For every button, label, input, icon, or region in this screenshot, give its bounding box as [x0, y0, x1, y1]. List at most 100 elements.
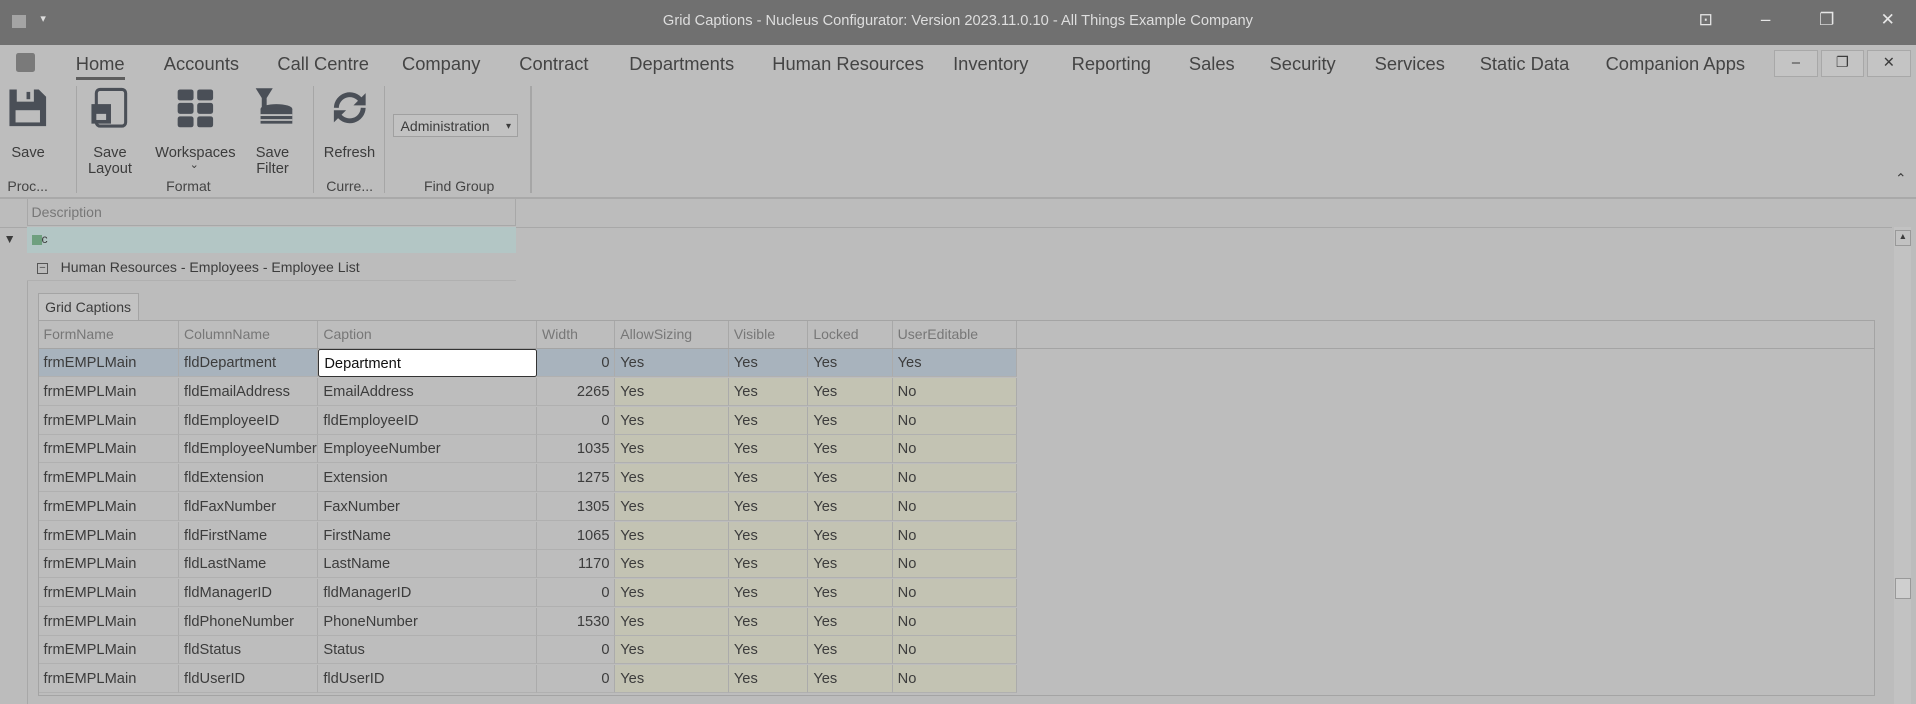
cell-formname[interactable]: frmEMPLMain	[38, 377, 180, 407]
app-menu-icon[interactable]	[15, 52, 36, 73]
cell-allowsizing[interactable]: Yes	[615, 550, 729, 579]
restore-layout-icon[interactable]: ⊡	[1687, 10, 1724, 30]
cell-locked[interactable]: Yes	[808, 607, 893, 636]
cell-usereditable[interactable]: No	[892, 464, 1018, 493]
cell-width[interactable]: 1530	[537, 607, 616, 636]
cell-width[interactable]: 0	[537, 349, 616, 378]
column-header-columnname[interactable]: ColumnName	[179, 321, 319, 350]
tab-company[interactable]: Company	[402, 53, 480, 75]
tab-home[interactable]: Home	[75, 53, 125, 80]
column-header-formname[interactable]: FormName	[39, 321, 180, 350]
cell-formname[interactable]: frmEMPLMain	[38, 607, 180, 636]
cell-visible[interactable]: Yes	[729, 665, 809, 694]
column-header-description[interactable]: Description	[26, 199, 516, 227]
mdi-close-button[interactable]: ✕	[1867, 50, 1911, 77]
cell-locked[interactable]: Yes	[808, 492, 893, 521]
cell-visible[interactable]: Yes	[729, 464, 809, 493]
cell-caption[interactable]: Status	[318, 636, 538, 665]
cell-columnname[interactable]: fldEmployeeNumber	[179, 435, 319, 464]
table-row[interactable]: frmEMPLMain fldManagerID fldManagerID 0 Yes Y…	[38, 578, 1018, 608]
cell-formname[interactable]: frmEMPLMain	[38, 665, 180, 694]
cell-columnname[interactable]: fldEmailAddress	[179, 377, 319, 407]
vertical-scrollbar[interactable]: ▲	[1893, 227, 1912, 704]
save-layout-button[interactable]: Save Layout	[70, 87, 151, 177]
cell-locked[interactable]: Yes	[808, 550, 893, 579]
cell-visible[interactable]: Yes	[729, 492, 809, 521]
tab-services[interactable]: Services	[1375, 53, 1445, 75]
cell-allowsizing[interactable]: Yes	[615, 607, 729, 636]
tab-contract[interactable]: Contract	[519, 53, 588, 75]
close-button[interactable]: ✕	[1870, 10, 1907, 30]
tab-departments[interactable]: Departments	[629, 53, 734, 75]
cell-width[interactable]: 1170	[537, 550, 616, 579]
tab-companion-apps[interactable]: Companion Apps	[1606, 53, 1745, 75]
cell-formname[interactable]: frmEMPLMain	[38, 578, 180, 608]
group-row[interactable]: – Human Resources - Employees - Employee …	[26, 254, 516, 282]
collapse-ribbon-icon[interactable]: ⌃	[1895, 171, 1906, 187]
cell-locked[interactable]: Yes	[808, 665, 893, 694]
cell-usereditable[interactable]: Yes	[892, 349, 1018, 378]
filter-row[interactable]: c	[26, 227, 516, 253]
cell-formname[interactable]: frmEMPLMain	[38, 406, 180, 435]
cell-columnname[interactable]: fldFirstName	[179, 521, 319, 550]
refresh-button[interactable]: Refresh	[321, 87, 377, 161]
cell-allowsizing[interactable]: Yes	[615, 435, 729, 464]
cell-formname[interactable]: frmEMPLMain	[38, 636, 180, 665]
cell-locked[interactable]: Yes	[808, 435, 893, 464]
cell-locked[interactable]: Yes	[808, 521, 893, 550]
column-header-allowsizing[interactable]: AllowSizing	[615, 321, 729, 350]
cell-visible[interactable]: Yes	[729, 377, 809, 407]
cell-formname[interactable]: frmEMPLMain	[38, 550, 180, 579]
cell-usereditable[interactable]: No	[892, 435, 1018, 464]
cell-visible[interactable]: Yes	[729, 521, 809, 550]
table-row[interactable]: frmEMPLMain fldPhoneNumber PhoneNumber 1530…	[38, 607, 1018, 636]
cell-formname[interactable]: frmEMPLMain	[38, 464, 180, 493]
cell-allowsizing[interactable]: Yes	[615, 578, 729, 608]
cell-width[interactable]: 0	[537, 578, 616, 608]
cell-locked[interactable]: Yes	[808, 406, 893, 435]
column-header-visible[interactable]: Visible	[729, 321, 809, 350]
cell-columnname[interactable]: fldPhoneNumber	[179, 607, 319, 636]
cell-formname[interactable]: frmEMPLMain	[38, 435, 180, 464]
cell-columnname[interactable]: fldDepartment	[179, 349, 319, 378]
table-row[interactable]: frmEMPLMain fldUserID fldUserID 0 Yes Yes Yes N…	[38, 665, 1018, 694]
workspaces-button[interactable]: Workspaces ⌄	[155, 87, 236, 171]
cell-caption[interactable]: fldUserID	[318, 665, 538, 694]
cell-locked[interactable]: Yes	[808, 578, 893, 608]
cell-allowsizing[interactable]: Yes	[615, 464, 729, 493]
cell-width[interactable]: 0	[537, 665, 616, 694]
table-row[interactable]: frmEMPLMain fldExtension Extension 1275 Yes Y…	[38, 464, 1018, 493]
cell-width[interactable]: 1035	[537, 435, 616, 464]
table-row[interactable]: frmEMPLMain fldFirstName FirstName 1065 Yes Y…	[38, 521, 1018, 550]
cell-visible[interactable]: Yes	[729, 550, 809, 579]
cell-usereditable[interactable]: No	[892, 665, 1018, 694]
cell-formname[interactable]: frmEMPLMain	[38, 492, 180, 521]
cell-columnname[interactable]: fldLastName	[179, 550, 319, 579]
cell-caption[interactable]: FirstName	[318, 521, 538, 550]
cell-columnname[interactable]: fldManagerID	[179, 578, 319, 608]
cell-visible[interactable]: Yes	[729, 349, 809, 378]
cell-width[interactable]: 0	[537, 406, 616, 435]
save-button[interactable]: Save	[4, 87, 53, 161]
cell-usereditable[interactable]: No	[892, 492, 1018, 521]
table-row[interactable]: frmEMPLMain fldEmployeeID fldEmployeeID 0 Ye…	[38, 406, 1018, 435]
save-filter-button[interactable]: Save Filter	[238, 87, 306, 177]
cell-locked[interactable]: Yes	[808, 349, 893, 378]
cell-visible[interactable]: Yes	[729, 607, 809, 636]
cell-allowsizing[interactable]: Yes	[615, 665, 729, 694]
tab-human-resources[interactable]: Human Resources	[772, 53, 924, 75]
cell-usereditable[interactable]: No	[892, 406, 1018, 435]
tab-security[interactable]: Security	[1270, 53, 1336, 75]
collapse-icon[interactable]: –	[36, 262, 49, 275]
find-group-dropdown[interactable]: Administration ▾	[393, 113, 519, 137]
filter-icon[interactable]: ▼	[4, 232, 16, 246]
cell-visible[interactable]: Yes	[729, 435, 809, 464]
tab-sales[interactable]: Sales	[1189, 53, 1235, 75]
scroll-up-icon[interactable]: ▲	[1895, 229, 1911, 247]
cell-width[interactable]: 1275	[537, 464, 616, 493]
caption-edit-input[interactable]: Department	[318, 349, 538, 378]
column-header-locked[interactable]: Locked	[808, 321, 893, 350]
cell-visible[interactable]: Yes	[729, 578, 809, 608]
table-row[interactable]: frmEMPLMain fldStatus Status 0 Yes Yes Yes No	[38, 636, 1018, 665]
cell-width[interactable]: 0	[537, 636, 616, 665]
